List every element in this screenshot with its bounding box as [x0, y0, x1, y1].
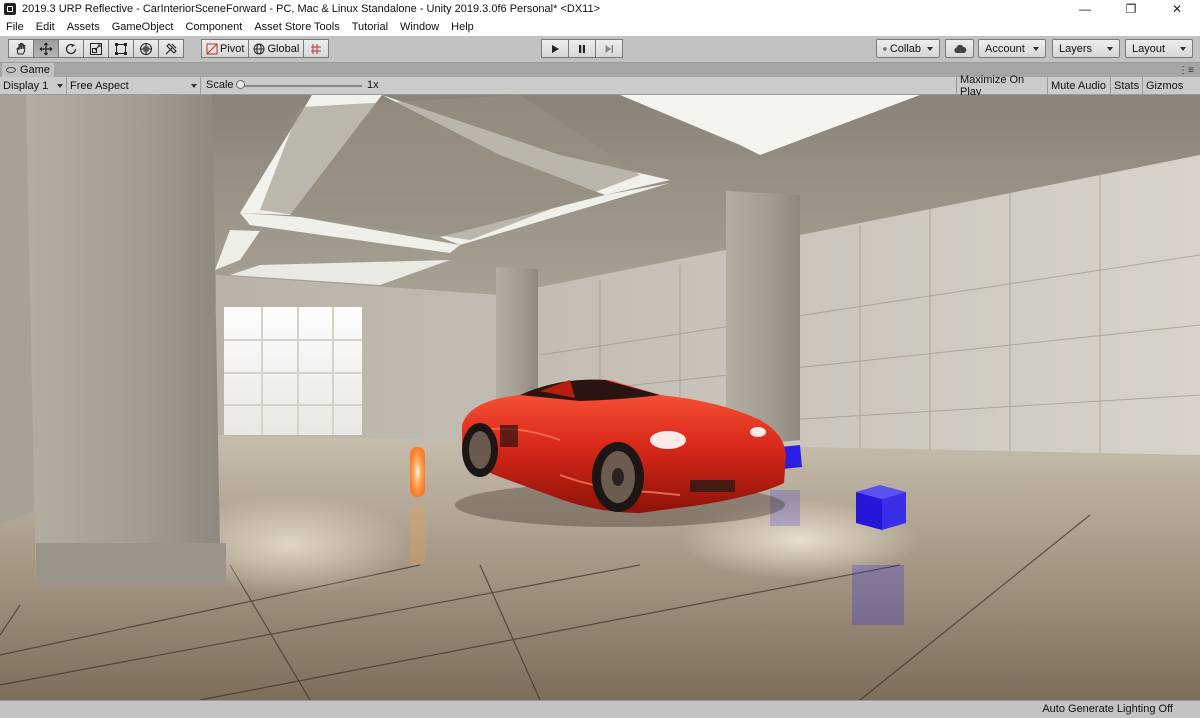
scale-label: Scale [206, 79, 234, 91]
game-view-bar: Display 1 Free Aspect Scale 1x Maximize … [0, 74, 1200, 98]
tab-game[interactable]: Game [2, 63, 54, 77]
chevron-down-icon [1033, 46, 1039, 51]
collab-dropdown[interactable]: Collab [876, 39, 940, 58]
scale-tool-icon[interactable] [83, 39, 109, 58]
tab-menu-icon[interactable]: ⋮≡ [1178, 65, 1194, 76]
pivot-icon [206, 43, 218, 54]
chevron-down-icon [1107, 46, 1113, 51]
pause-button[interactable] [568, 39, 596, 58]
gizmos-label: Gizmos [1146, 79, 1184, 92]
rect-tool-icon[interactable] [108, 39, 134, 58]
scale-slider-track[interactable] [240, 85, 362, 87]
transform-tools [8, 39, 184, 58]
hand-tool-icon[interactable] [8, 39, 34, 58]
custom-tool-icon[interactable] [158, 39, 184, 58]
menu-asset-store-tools[interactable]: Asset Store Tools [248, 18, 345, 36]
account-label: Account [985, 42, 1025, 55]
snap-settings-button[interactable] [303, 39, 330, 58]
game-render [0, 95, 1200, 700]
pivot-toggle[interactable]: Pivot [201, 39, 250, 58]
window [224, 307, 362, 435]
menu-tutorial[interactable]: Tutorial [346, 18, 394, 36]
global-toggle[interactable]: Global [248, 39, 305, 58]
pillar-left [26, 95, 220, 585]
stats-toggle[interactable]: Stats [1110, 77, 1142, 94]
chevron-down-icon [927, 46, 933, 51]
maximize-on-play-toggle[interactable]: Maximize On Play [956, 74, 1047, 98]
layout-label: Layout [1132, 42, 1166, 55]
menu-help[interactable]: Help [445, 18, 480, 36]
orange-capsule-reflection [410, 505, 425, 565]
menu-file[interactable]: File [0, 18, 30, 36]
status-bar: Auto Generate Lighting Off [0, 700, 1200, 718]
pivot-group: Pivot Global [201, 39, 330, 58]
menu-gameobject[interactable]: GameObject [106, 18, 180, 36]
chevron-down-icon [191, 83, 197, 88]
window-controls: — ❐ ✕ [1062, 0, 1200, 18]
pillar-middle [496, 267, 538, 405]
window-title: 2019.3 URP Reflective - CarInteriorScene… [22, 3, 600, 15]
title-bar: 2019.3 URP Reflective - CarInteriorScene… [0, 0, 1200, 18]
globe-icon [253, 43, 265, 54]
play-controls [541, 39, 623, 58]
cloud-icon [953, 44, 966, 53]
pillar-right [726, 191, 800, 447]
play-button[interactable] [541, 39, 569, 58]
maximize-button[interactable]: ❐ [1108, 0, 1154, 18]
unity-icon [4, 3, 16, 15]
minimize-button[interactable]: — [1062, 0, 1108, 18]
aspect-label: Free Aspect [70, 79, 129, 92]
step-icon [605, 44, 613, 53]
blue-cube-reflection [852, 565, 904, 625]
grid-snap-icon [311, 43, 322, 54]
scale-slider-thumb[interactable] [236, 80, 245, 89]
layers-label: Layers [1059, 42, 1093, 55]
cloud-button[interactable] [945, 39, 974, 58]
display-select[interactable]: Display 1 [0, 77, 67, 94]
display-label: Display 1 [3, 79, 49, 92]
account-dropdown[interactable]: Account [978, 39, 1046, 58]
gizmos-dropdown[interactable]: Gizmos [1142, 77, 1200, 94]
collab-label: Collab [889, 42, 921, 55]
step-button[interactable] [595, 39, 623, 58]
menu-assets[interactable]: Assets [61, 18, 106, 36]
check-circle-icon [883, 46, 887, 51]
status-text: Auto Generate Lighting Off [1042, 703, 1173, 715]
stats-label: Stats [1114, 79, 1140, 92]
chevron-down-icon [57, 83, 63, 88]
mute-audio-label: Mute Audio [1051, 79, 1107, 92]
layers-dropdown[interactable]: Layers [1052, 39, 1120, 58]
game-view-icon [6, 67, 16, 73]
pillar-left-base [36, 543, 226, 585]
menu-window[interactable]: Window [394, 18, 445, 36]
maximize-on-play-label: Maximize On Play [960, 73, 1025, 98]
scale-value: 1x [367, 79, 379, 91]
global-label: Global [267, 42, 300, 55]
rotate-tool-icon[interactable] [58, 39, 84, 58]
orange-capsule [410, 447, 425, 497]
mute-audio-toggle[interactable]: Mute Audio [1047, 77, 1110, 94]
pause-icon [579, 44, 585, 53]
aspect-select[interactable]: Free Aspect [67, 77, 201, 94]
chevron-down-icon [1180, 46, 1186, 51]
main-toolbar: Pivot Global Collab Account Layers Layou… [0, 36, 1200, 63]
menu-component[interactable]: Component [179, 18, 248, 36]
layout-dropdown[interactable]: Layout [1125, 39, 1193, 58]
move-tool-icon[interactable] [33, 39, 59, 58]
close-button[interactable]: ✕ [1154, 0, 1200, 18]
tab-game-label: Game [20, 64, 50, 76]
pivot-label: Pivot [220, 42, 245, 55]
menu-edit[interactable]: Edit [30, 18, 61, 36]
transform-tool-icon[interactable] [133, 39, 159, 58]
game-viewport[interactable] [0, 95, 1200, 700]
play-icon [552, 44, 559, 53]
menu-bar: File Edit Assets GameObject Component As… [0, 18, 1200, 36]
